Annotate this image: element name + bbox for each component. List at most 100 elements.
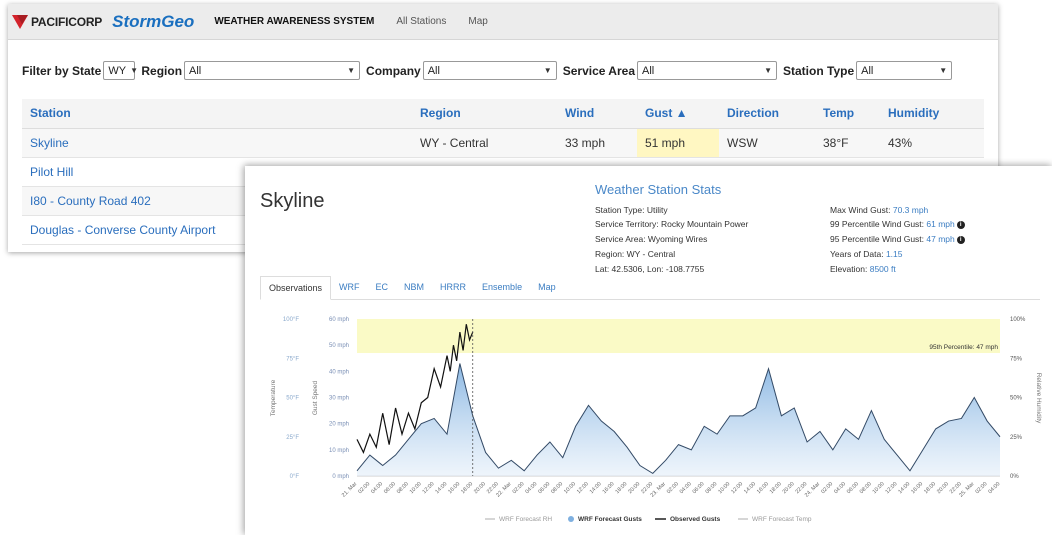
- y-axis-temp-title: Temperature: [270, 379, 277, 416]
- x-tick-label: 06:00: [537, 481, 551, 495]
- x-tick-label: 18:00: [923, 481, 937, 495]
- x-tick-label: 12:00: [422, 481, 436, 495]
- station-detail-panel: Skyline Weather Station Stats Station Ty…: [245, 166, 1052, 535]
- tab-ensemble[interactable]: Ensemble: [474, 276, 530, 299]
- gust-tick-label: 20 mph: [329, 422, 349, 428]
- percentile-band-label: 95th Percentile: 47 mph: [929, 344, 998, 351]
- x-tick-label: 18:00: [614, 481, 628, 495]
- chevron-down-icon: ▼: [764, 66, 772, 75]
- chevron-down-icon: ▼: [347, 66, 356, 75]
- x-tick-label: 20:00: [782, 481, 796, 495]
- region-filter-label: Region: [141, 63, 183, 78]
- gust-tick-label: 30 mph: [329, 396, 349, 402]
- x-tick-label: 04:00: [679, 481, 693, 495]
- stat-p95-gust: 95 Percentile Wind Gust: 47 mph i: [830, 234, 965, 244]
- pacificorp-logo-icon: [12, 14, 28, 29]
- col-region[interactable]: Region: [412, 99, 557, 129]
- x-tick-label: 06:00: [383, 481, 397, 495]
- x-tick-label: 04:00: [987, 481, 1001, 495]
- x-tick-label: 14:00: [897, 481, 911, 495]
- cell-humidity: 43%: [880, 128, 984, 158]
- stat-max-gust: Max Wind Gust: 70.3 mph: [830, 205, 928, 215]
- tab-hrrr[interactable]: HRRR: [432, 276, 474, 299]
- brand-name: PACIFICORP: [31, 14, 103, 29]
- gust-tick-label: 40 mph: [329, 369, 349, 375]
- stat-label: Years of Data:: [830, 249, 884, 259]
- nav-weather-awareness[interactable]: WEATHER AWARENESS SYSTEM: [214, 16, 374, 27]
- y-axis-rh-title: Relative Humidity: [1035, 373, 1042, 424]
- legend-gusts-label: WRF Forecast Gusts: [578, 516, 642, 523]
- company-select[interactable]: All ▼: [422, 61, 557, 80]
- temp-tick-label: 100°F: [283, 317, 299, 323]
- stat-service-territory: Service Territory: Rocky Mountain Power: [595, 219, 749, 229]
- info-icon[interactable]: i: [956, 220, 965, 229]
- tab-ec[interactable]: EC: [368, 276, 397, 299]
- station-name[interactable]: Skyline: [22, 128, 412, 158]
- col-direction[interactable]: Direction: [719, 99, 815, 129]
- x-tick-label: 21. Mar: [341, 481, 359, 499]
- station-type-select[interactable]: All ▼: [856, 61, 953, 80]
- cell-temp: 38°F: [815, 128, 880, 158]
- chevron-down-icon: ▼: [543, 66, 552, 75]
- temp-tick-label: 25°F: [286, 435, 299, 441]
- stat-value: 47 mph: [926, 234, 955, 244]
- table-row[interactable]: Skyline WY - Central 33 mph 51 mph WSW 3…: [22, 128, 984, 158]
- tab-map[interactable]: Map: [530, 276, 564, 299]
- legend-gusts-swatch: [568, 516, 574, 522]
- region-select[interactable]: All ▼: [184, 61, 361, 80]
- station-type-filter-label: Station Type: [783, 63, 855, 78]
- x-tick-label: 14:00: [589, 481, 603, 495]
- x-tick-label: 10:00: [717, 481, 731, 495]
- stat-label: 95 Percentile Wind Gust:: [830, 234, 925, 244]
- x-tick-label: 16:00: [602, 481, 616, 495]
- col-humidity[interactable]: Humidity: [880, 99, 984, 129]
- col-station[interactable]: Station: [22, 99, 412, 129]
- stats-title: Weather Station Stats: [595, 182, 722, 197]
- company-select-value: All: [427, 64, 440, 77]
- col-gust[interactable]: Gust ▲: [637, 99, 719, 129]
- station-title: Skyline: [260, 190, 325, 212]
- temp-tick-label: 50°F: [286, 396, 299, 402]
- state-select[interactable]: WY ▼: [103, 61, 138, 80]
- gust-tick-label: 60 mph: [329, 317, 349, 323]
- info-icon[interactable]: i: [956, 235, 965, 244]
- x-tick-label: 18:00: [769, 481, 783, 495]
- observations-chart: 95th Percentile: 47 mph 100°F 75°F 50°F 25°F…: [245, 306, 1052, 535]
- col-wind[interactable]: Wind: [557, 99, 637, 129]
- filter-bar: Filter by State WY ▼ Region All ▼ Company …: [22, 61, 958, 80]
- stat-elevation: Elevation: 8500 ft: [830, 264, 896, 274]
- temp-tick-label: 0°F: [290, 474, 300, 480]
- brand-stormgeo: StormGeo: [112, 11, 195, 31]
- x-tick-label: 02:00: [820, 481, 834, 495]
- chart-svg: 95th Percentile: 47 mph 100°F 75°F 50°F 25°F…: [270, 317, 1042, 523]
- x-tick-label: 02:00: [357, 481, 371, 495]
- stat-label: 99 Percentile Wind Gust:: [830, 219, 925, 229]
- x-tick-label: 20:00: [473, 481, 487, 495]
- state-select-value: WY: [108, 64, 127, 77]
- table-header-row: Station Region Wind Gust ▲ Direction Tem…: [22, 99, 984, 129]
- service-area-select[interactable]: All ▼: [637, 61, 777, 80]
- tab-wrf[interactable]: WRF: [331, 276, 368, 299]
- stat-value: 8500 ft: [869, 264, 896, 274]
- col-temp[interactable]: Temp: [815, 99, 880, 129]
- nav-all-stations[interactable]: All Stations: [396, 16, 446, 27]
- tab-observations[interactable]: Observations: [260, 276, 332, 300]
- stat-label: Max Wind Gust:: [830, 205, 891, 215]
- rh-tick-label: 50%: [1010, 396, 1023, 402]
- x-tick-label: 16:00: [910, 481, 924, 495]
- stat-value: 1.15: [885, 249, 903, 259]
- stat-region: Region: WY - Central: [595, 249, 676, 259]
- x-tick-label: 02:00: [666, 481, 680, 495]
- legend-temp-label: WRF Forecast Temp: [752, 516, 812, 523]
- legend-rh-label: WRF Forecast RH: [499, 516, 552, 523]
- nav-map[interactable]: Map: [468, 16, 487, 27]
- stat-service-area: Service Area: Wyoming Wires: [595, 234, 708, 244]
- service-area-select-value: All: [642, 64, 655, 77]
- x-tick-label: 02:00: [512, 481, 526, 495]
- x-tick-label: 06:00: [846, 481, 860, 495]
- x-tick-label: 12:00: [885, 481, 899, 495]
- x-tick-label: 10:00: [872, 481, 886, 495]
- tab-nbm[interactable]: NBM: [396, 276, 432, 299]
- rh-tick-label: 0%: [1010, 474, 1019, 480]
- stat-label: Elevation:: [830, 264, 868, 274]
